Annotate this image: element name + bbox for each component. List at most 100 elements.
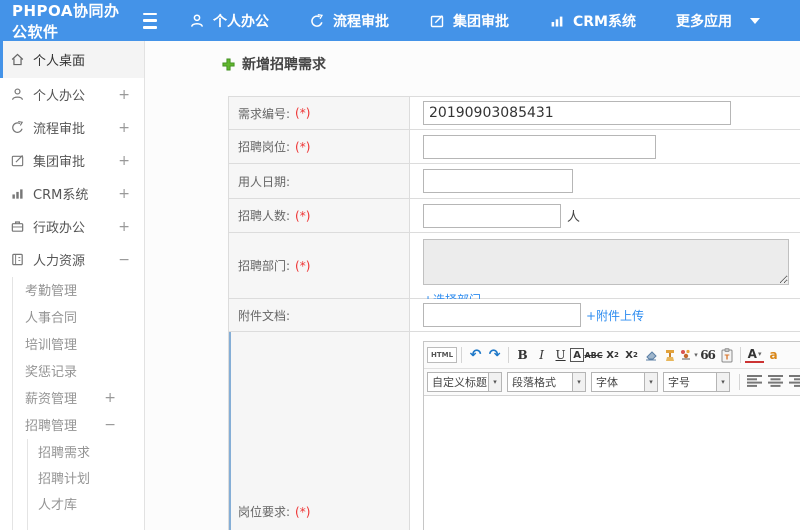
- superscript-button[interactable]: X2: [603, 345, 622, 365]
- italic-button[interactable]: I: [532, 345, 551, 365]
- field-label: 招聘人数:: [238, 209, 291, 223]
- editor-toolbar-row2: 自定义标题 ▾ 段落格式 ▾ 字体 ▾ 字号 ▾: [424, 369, 800, 396]
- sidebar-subitem-label: 人才库: [38, 497, 78, 513]
- align-right-icon[interactable]: [789, 374, 800, 390]
- expand-plus-icon: +: [118, 119, 130, 136]
- field-label: 附件文档:: [238, 308, 291, 323]
- sidebar-item-crm-system[interactable]: CRM系统 +: [0, 177, 144, 210]
- user-icon: [10, 87, 25, 102]
- field-label: 岗位要求:: [238, 505, 291, 519]
- sidebar-subitem-label: 招聘管理: [25, 419, 78, 434]
- position-input[interactable]: [423, 134, 656, 159]
- topnav-personal-office[interactable]: 个人办公: [189, 11, 269, 31]
- collapse-minus-icon: −: [104, 416, 116, 433]
- form-row-department: 招聘部门: (*) +选择部门: [229, 233, 800, 307]
- sidebar-item-human-resources[interactable]: 人力资源 −: [0, 243, 144, 276]
- paste-text-icon[interactable]: T: [717, 345, 736, 365]
- page-title: 新增招聘需求: [222, 54, 326, 74]
- field-label: 需求编号:: [238, 106, 291, 121]
- top-navigation: 个人办公 流程审批 集团审批 CRM系统 更多应用: [189, 11, 800, 31]
- strikethrough-button[interactable]: ABC: [584, 345, 603, 365]
- bold-button[interactable]: B: [513, 345, 532, 365]
- hire-date-input[interactable]: [423, 169, 573, 193]
- expand-plus-icon: +: [104, 389, 116, 406]
- editor-content-area[interactable]: [424, 396, 800, 530]
- sidebar-item-personal-office[interactable]: 个人办公 +: [0, 78, 144, 111]
- sidebar-subitem-recruit-plan[interactable]: 招聘计划: [0, 464, 144, 490]
- sidebar-subitem-recruitment[interactable]: 招聘管理 −: [0, 411, 144, 438]
- sidebar-subitem-rewards[interactable]: 奖惩记录: [0, 357, 144, 384]
- department-textarea[interactable]: [423, 239, 789, 285]
- sidebar-subitem-label: 招聘计划: [38, 471, 91, 487]
- topnav-more-apps[interactable]: 更多应用: [676, 11, 760, 31]
- unit-label: 人: [567, 210, 581, 225]
- topnav-label: 个人办公: [213, 13, 269, 30]
- html-source-button[interactable]: HTML: [427, 347, 458, 363]
- underline-button[interactable]: U: [551, 345, 570, 365]
- sidebar-subitem-label: 人事合同: [25, 311, 78, 326]
- recruitment-demand-form: 需求编号: (*) 招聘岗位: (*) 用人日期:: [228, 96, 800, 530]
- app-logo: PHPOA协同办公软件: [12, 1, 120, 41]
- font-size-select[interactable]: 字号 ▾: [663, 372, 730, 392]
- redo-icon[interactable]: ↷: [485, 345, 504, 365]
- sidebar-subitem-training[interactable]: 培训管理: [0, 330, 144, 357]
- align-center-icon[interactable]: [768, 374, 783, 390]
- undo-icon[interactable]: ↶: [466, 345, 485, 365]
- headcount-input[interactable]: [423, 203, 561, 228]
- edit-icon: [10, 153, 25, 168]
- sidebar-subitem-recruit-demand[interactable]: 招聘需求: [0, 438, 144, 464]
- font-color-button[interactable]: A ▾: [745, 347, 765, 363]
- caret-down-icon: ▾: [717, 372, 730, 392]
- sidebar-subitem-hr-contract[interactable]: 人事合同: [0, 303, 144, 330]
- briefcase-icon: [10, 219, 25, 234]
- svg-text:T: T: [724, 353, 729, 361]
- sidebar-subitem-talent-pool[interactable]: 人才库: [0, 490, 144, 516]
- user-icon: [189, 13, 205, 29]
- form-row-job-requirements: 岗位要求: (*) HTML ↶ ↷ B I U A ABC X 2 X 2 ▾…: [229, 332, 800, 530]
- blockquote-button[interactable]: 66: [698, 345, 717, 365]
- menu-icon[interactable]: [143, 12, 157, 29]
- topbar: PHPOA协同办公软件 个人办公 流程审批 集团审批 CRM系统 更多应用: [0, 0, 800, 41]
- sidebar-subitem-label: 培训管理: [25, 338, 78, 353]
- field-label: 招聘部门:: [238, 259, 291, 273]
- font-family-select[interactable]: 字体 ▾: [591, 372, 658, 392]
- upload-attachment-link[interactable]: +附件上传: [586, 307, 644, 324]
- sidebar-item-admin-office[interactable]: 行政办公 +: [0, 210, 144, 243]
- sidebar-item-group-approval[interactable]: 集团审批 +: [0, 144, 144, 177]
- color-brush-icon[interactable]: ▾: [679, 345, 698, 365]
- main-content: 新增招聘需求 需求编号: (*) 招聘岗位: (*) 用人日期:: [145, 41, 800, 530]
- align-left-icon[interactable]: [747, 374, 762, 390]
- tree-guide-line: [12, 277, 13, 530]
- subscript-button[interactable]: X2: [622, 345, 641, 365]
- caret-down-icon: ▾: [573, 372, 586, 392]
- autotypeset-button[interactable]: A: [570, 348, 585, 362]
- sidebar-item-label: CRM系统: [33, 188, 89, 203]
- flow-icon: [10, 120, 25, 135]
- sidebar: 个人桌面 个人办公 + 流程审批 + 集团审批 + CRM系统 + 行政办公 +…: [0, 41, 145, 530]
- collapse-minus-icon: −: [118, 251, 130, 268]
- custom-title-select[interactable]: 自定义标题 ▾: [427, 372, 502, 392]
- form-row-hire-date: 用人日期:: [229, 164, 800, 199]
- form-row-attachment: 附件文档: +附件上传: [229, 299, 800, 332]
- sidebar-subitem-salary[interactable]: 薪资管理 +: [0, 384, 144, 411]
- topnav-workflow-approval[interactable]: 流程审批: [309, 11, 389, 31]
- expand-plus-icon: +: [118, 86, 130, 103]
- sidebar-item-personal-desktop[interactable]: 个人桌面: [0, 41, 144, 78]
- background-color-button[interactable]: a: [764, 345, 783, 365]
- topnav-group-approval[interactable]: 集团审批: [429, 11, 509, 31]
- sidebar-subitem-attendance[interactable]: 考勤管理: [0, 276, 144, 303]
- demand-number-input[interactable]: [423, 101, 731, 125]
- chart-icon: [10, 186, 25, 201]
- attachment-input[interactable]: [423, 303, 581, 327]
- required-mark: (*): [295, 258, 311, 273]
- sidebar-item-workflow-approval[interactable]: 流程审批 +: [0, 111, 144, 144]
- home-icon: [10, 52, 25, 67]
- paragraph-format-select[interactable]: 段落格式 ▾: [507, 372, 586, 392]
- topnav-label: 更多应用: [676, 13, 732, 30]
- eraser-icon[interactable]: [641, 345, 660, 365]
- required-mark: (*): [295, 208, 311, 223]
- topnav-crm-system[interactable]: CRM系统: [549, 11, 636, 31]
- format-brush-icon[interactable]: [660, 345, 679, 365]
- required-mark: (*): [295, 504, 311, 519]
- rich-text-editor: HTML ↶ ↷ B I U A ABC X2 X2 ▾ 66 T A ▾ a …: [423, 341, 800, 530]
